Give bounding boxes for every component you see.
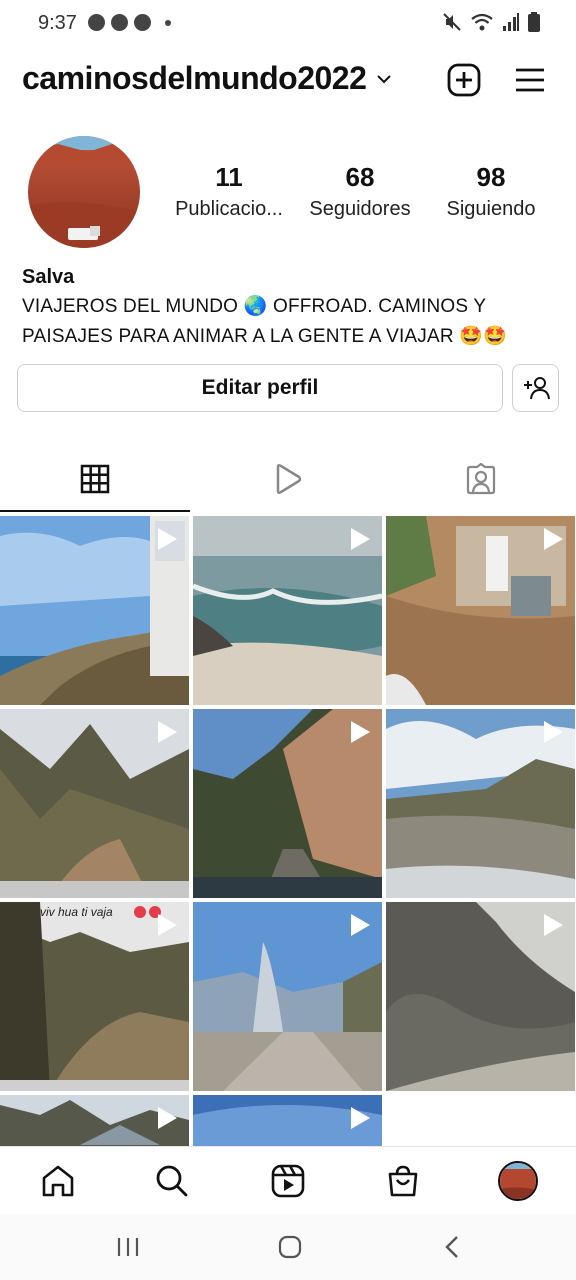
system-back-button[interactable] xyxy=(432,1232,472,1262)
profile-stats: 11 Publicacio... 68 Seguidores 98 Siguie… xyxy=(164,160,564,230)
reel-play-icon xyxy=(544,528,563,550)
menu-button[interactable] xyxy=(512,62,548,98)
chevron-down-icon xyxy=(377,74,392,83)
reel-play-icon xyxy=(158,721,177,743)
tagged-person-icon xyxy=(466,463,496,495)
reel-play-icon xyxy=(351,528,370,550)
plus-square-icon xyxy=(447,63,481,97)
reel-play-icon xyxy=(158,528,177,550)
status-time: 9:37 xyxy=(38,12,77,34)
system-navigation-bar xyxy=(0,1214,576,1280)
search-icon xyxy=(156,1165,188,1197)
grid-post-1[interactable] xyxy=(0,516,189,705)
grid-post-10[interactable] xyxy=(0,1095,189,1146)
grid-post-9[interactable] xyxy=(386,902,575,1091)
username: caminosdelmundo2022 xyxy=(22,60,367,96)
grid-post-7[interactable]: viv hua ti vaja xyxy=(0,902,189,1091)
grid-post-11[interactable] xyxy=(193,1095,382,1146)
chrome-notification-icon-2 xyxy=(111,14,128,31)
reel-play-icon xyxy=(351,721,370,743)
status-bar: 9:37 xyxy=(0,0,576,48)
active-tab-indicator xyxy=(0,510,190,512)
nav-home[interactable] xyxy=(36,1159,80,1203)
add-person-icon xyxy=(523,377,550,400)
bio-line-1: VIAJEROS DEL MUNDO 🌏 OFFROAD. CAMINOS Y xyxy=(22,296,487,317)
edit-profile-button[interactable]: Editar perfil xyxy=(17,364,503,412)
followers-count: 68 xyxy=(345,162,375,192)
following-count: 98 xyxy=(476,162,506,192)
grid-post-4[interactable] xyxy=(0,709,189,898)
more-notifications-dot-icon xyxy=(165,19,171,26)
thumbnail-caption: viv hua ti vaja xyxy=(40,905,113,919)
posts-stat[interactable]: 11 Publicacio... xyxy=(164,160,294,224)
create-post-button[interactable] xyxy=(446,62,482,98)
back-chevron-icon xyxy=(445,1236,458,1258)
tab-posts-grid[interactable] xyxy=(0,446,190,512)
chrome-notification-icon xyxy=(88,14,105,31)
home-circle-icon xyxy=(278,1235,302,1259)
bio-line-2: PAISAJES PARA ANIMAR A LA GENTE A VIAJAR… xyxy=(22,326,507,347)
avatar-image xyxy=(500,1163,536,1199)
reel-play-icon xyxy=(351,914,370,936)
bottom-navigation xyxy=(0,1146,576,1214)
grid-post-2[interactable] xyxy=(193,516,382,705)
profile-name: Salva xyxy=(22,266,75,288)
signal-icon xyxy=(503,13,519,31)
followers-stat[interactable]: 68 Seguidores xyxy=(295,160,425,224)
reel-play-icon xyxy=(158,914,177,936)
reel-play-icon xyxy=(544,914,563,936)
posts-grid: viv hua ti vaja xyxy=(0,516,576,1146)
home-icon xyxy=(42,1165,74,1197)
posts-label: Publicacio... xyxy=(175,198,283,220)
nav-shop[interactable] xyxy=(381,1159,425,1203)
grid-post-8[interactable] xyxy=(193,902,382,1091)
reel-play-icon xyxy=(544,721,563,743)
profile-tabs xyxy=(0,446,576,514)
tab-reels[interactable] xyxy=(193,446,383,512)
following-label: Siguiendo xyxy=(446,198,536,220)
profile-bio: Salva VIAJEROS DEL MUNDO 🌏 OFFROAD. CAMI… xyxy=(22,264,552,352)
hamburger-menu-icon xyxy=(516,68,544,92)
profile-avatar[interactable] xyxy=(28,136,140,248)
battery-icon xyxy=(528,12,540,32)
discover-people-button[interactable] xyxy=(512,364,559,412)
followers-label: Seguidores xyxy=(309,198,411,220)
wifi-icon xyxy=(471,13,493,31)
nav-profile[interactable] xyxy=(496,1159,540,1203)
profile-header: caminosdelmundo2022 xyxy=(0,56,576,104)
mute-icon xyxy=(443,13,461,31)
posts-count: 11 xyxy=(215,162,243,192)
recent-apps-icon xyxy=(117,1238,139,1256)
status-notification-icons xyxy=(88,14,171,31)
status-system-icons xyxy=(442,12,540,32)
recent-apps-button[interactable] xyxy=(108,1232,148,1262)
grid-icon xyxy=(80,464,110,494)
reels-icon xyxy=(271,1164,305,1198)
grid-post-5[interactable] xyxy=(193,709,382,898)
system-home-button[interactable] xyxy=(270,1232,310,1262)
nav-search[interactable] xyxy=(150,1159,194,1203)
grid-post-6[interactable] xyxy=(386,709,575,898)
nav-reels[interactable] xyxy=(266,1159,310,1203)
avatar-image xyxy=(28,136,140,248)
grid-post-3[interactable] xyxy=(386,516,575,705)
tab-tagged[interactable] xyxy=(386,446,576,512)
reel-play-icon xyxy=(351,1107,370,1129)
following-stat[interactable]: 98 Siguiendo xyxy=(426,160,556,224)
app-notification-icon xyxy=(134,14,151,31)
shopping-bag-icon xyxy=(388,1165,418,1197)
profile-avatar-small xyxy=(498,1161,538,1201)
account-switcher[interactable]: caminosdelmundo2022 xyxy=(22,60,392,97)
play-icon xyxy=(276,463,302,495)
reel-play-icon xyxy=(158,1107,177,1129)
